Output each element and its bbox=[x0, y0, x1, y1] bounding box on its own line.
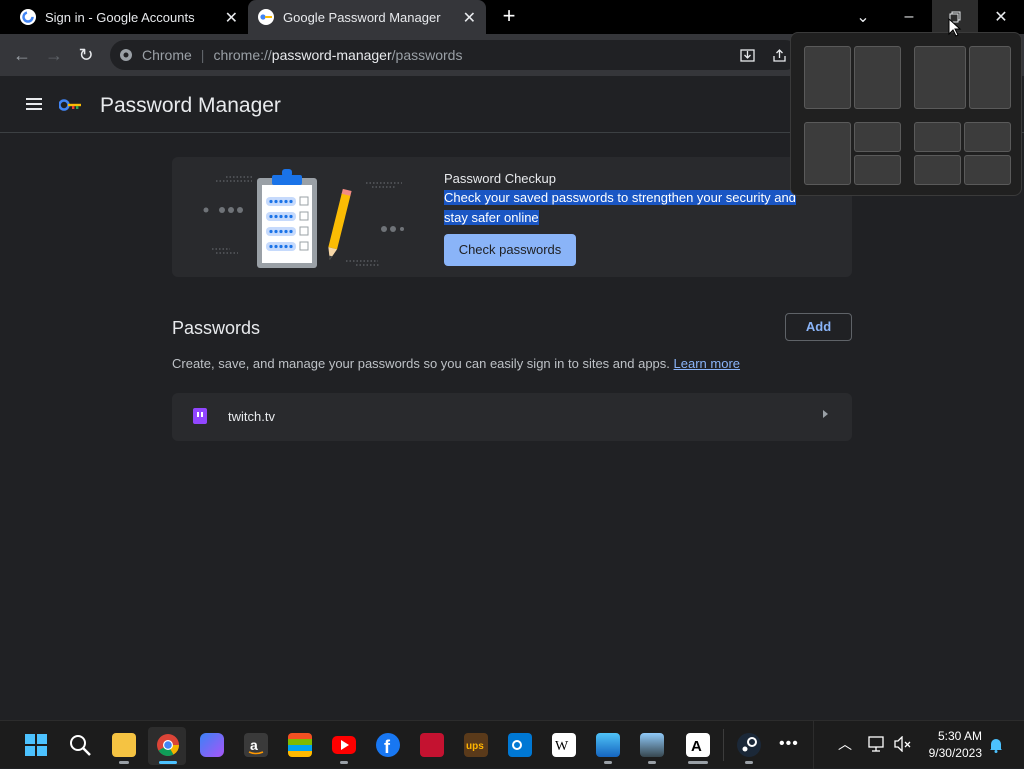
tab-search-icon[interactable]: ⌄ bbox=[840, 0, 886, 34]
checkup-description: Check your saved passwords to strengthen… bbox=[444, 188, 804, 228]
notification-bell-icon[interactable] bbox=[988, 737, 1004, 753]
app-icon[interactable]: A bbox=[686, 733, 710, 757]
snap-zone-wide-left[interactable] bbox=[914, 46, 966, 109]
close-tab-icon[interactable]: ✕ bbox=[463, 8, 476, 28]
volume-muted-icon[interactable] bbox=[894, 736, 912, 752]
running-indicator bbox=[745, 761, 753, 764]
minimize-button[interactable]: – bbox=[886, 0, 932, 34]
passwords-heading: Passwords bbox=[172, 318, 261, 338]
windows-start-icon[interactable] bbox=[24, 733, 48, 757]
checkup-title: Password Checkup bbox=[444, 171, 556, 186]
gallery-icon[interactable] bbox=[640, 733, 664, 757]
copilot-icon[interactable] bbox=[200, 733, 224, 757]
snap-zone-narrow-right[interactable] bbox=[969, 46, 1011, 109]
facebook-icon[interactable]: f bbox=[376, 733, 400, 757]
chevron-right-icon bbox=[823, 410, 828, 418]
learn-more-link[interactable]: Learn more bbox=[674, 356, 740, 371]
back-button[interactable]: ← bbox=[11, 44, 33, 66]
site-chip: Chrome bbox=[142, 47, 192, 63]
network-icon[interactable] bbox=[868, 736, 886, 752]
key-icon bbox=[258, 9, 274, 25]
chrome-icon[interactable] bbox=[156, 733, 180, 757]
check-passwords-button[interactable]: Check passwords bbox=[444, 234, 576, 266]
passwords-description: Create, save, and manage your passwords … bbox=[172, 356, 740, 371]
file-explorer-icon[interactable] bbox=[112, 733, 136, 757]
snap-layouts-flyout bbox=[790, 32, 1022, 196]
close-tab-icon[interactable]: ✕ bbox=[225, 8, 238, 28]
install-icon[interactable] bbox=[740, 48, 755, 63]
youtube-icon[interactable] bbox=[332, 736, 356, 754]
url-scheme: chrome:// bbox=[213, 47, 272, 63]
snap-zone-quad-4[interactable] bbox=[964, 155, 1011, 185]
twitch-icon bbox=[193, 408, 207, 424]
new-tab-button[interactable]: + bbox=[498, 5, 520, 28]
mouse-cursor-icon bbox=[948, 18, 962, 37]
add-password-button[interactable]: Add bbox=[785, 313, 852, 341]
show-hidden-icons-chevron-up-icon[interactable]: ︿ bbox=[838, 734, 852, 754]
tab-title: Sign in - Google Accounts bbox=[45, 9, 195, 25]
snap-zone-bottom-right[interactable] bbox=[854, 155, 901, 185]
checkup-illustration bbox=[203, 169, 404, 268]
snap-zone-top-right[interactable] bbox=[854, 122, 901, 152]
taskbar-separator bbox=[813, 721, 814, 769]
close-window-button[interactable]: ✕ bbox=[978, 0, 1024, 34]
svg-text:W: W bbox=[555, 739, 569, 754]
tab-google-accounts[interactable]: Sign in - Google Accounts ✕ bbox=[10, 0, 248, 34]
url-host: password-manager bbox=[271, 47, 392, 63]
store-icon[interactable] bbox=[288, 733, 312, 757]
running-indicator bbox=[648, 761, 656, 764]
clock-time[interactable]: 5:30 AM bbox=[930, 729, 982, 743]
page-title: Password Manager bbox=[100, 94, 281, 117]
more-apps-icon[interactable]: ••• bbox=[779, 735, 799, 753]
password-checkup-card: Password Checkup Check your saved passwo… bbox=[172, 157, 852, 277]
outlook-icon[interactable] bbox=[508, 733, 532, 757]
password-manager-logo-icon bbox=[59, 99, 81, 111]
share-icon[interactable] bbox=[772, 48, 787, 63]
taskbar-separator bbox=[723, 729, 724, 761]
snap-zone-quad-1[interactable] bbox=[914, 122, 961, 152]
taskbar: a f ups W A ••• ︿ 5:30 AM 9/30/2023 bbox=[0, 720, 1024, 769]
menu-icon[interactable] bbox=[26, 98, 42, 110]
search-icon[interactable] bbox=[68, 733, 92, 757]
svg-text:a: a bbox=[250, 737, 258, 753]
running-indicator bbox=[340, 761, 348, 764]
wikipedia-icon[interactable]: W bbox=[552, 733, 576, 757]
steam-icon[interactable] bbox=[737, 733, 761, 757]
active-indicator bbox=[159, 761, 177, 764]
site-name: twitch.tv bbox=[228, 409, 275, 424]
tab-strip: Sign in - Google Accounts ✕ Google Passw… bbox=[0, 0, 1024, 34]
svg-text:ups: ups bbox=[466, 741, 484, 752]
checkup-description-text: Check your saved passwords to strengthen… bbox=[444, 190, 796, 225]
running-indicator bbox=[119, 761, 129, 764]
bank-icon[interactable] bbox=[420, 733, 444, 757]
password-list-item[interactable]: twitch.tv bbox=[172, 393, 852, 441]
chrome-icon bbox=[120, 49, 132, 61]
url-path: /passwords bbox=[391, 47, 463, 63]
reload-button[interactable]: ↻ bbox=[75, 44, 97, 66]
photos-icon[interactable] bbox=[596, 733, 620, 757]
snap-zone-quad-2[interactable] bbox=[964, 122, 1011, 152]
running-indicator bbox=[688, 761, 708, 764]
tab-title: Google Password Manager bbox=[283, 9, 441, 25]
snap-zone-quad-3[interactable] bbox=[914, 155, 961, 185]
address-bar[interactable]: Chrome | chrome://password-manager/passw… bbox=[110, 40, 800, 70]
amazon-icon[interactable]: a bbox=[244, 733, 268, 757]
passwords-description-text: Create, save, and manage your passwords … bbox=[172, 356, 670, 371]
svg-text:A: A bbox=[691, 738, 702, 755]
snap-zone-half-left[interactable] bbox=[804, 46, 851, 109]
divider: | bbox=[200, 47, 205, 63]
snap-zone-half-right[interactable] bbox=[854, 46, 901, 109]
svg-text:f: f bbox=[384, 737, 391, 757]
running-indicator bbox=[604, 761, 612, 764]
ups-icon[interactable]: ups bbox=[464, 733, 488, 757]
clock-date[interactable]: 9/30/2023 bbox=[920, 746, 982, 760]
tab-password-manager[interactable]: Google Password Manager ✕ bbox=[248, 0, 486, 34]
google-icon bbox=[20, 9, 36, 25]
snap-zone-main-left[interactable] bbox=[804, 122, 851, 185]
forward-button[interactable]: → bbox=[43, 44, 65, 66]
